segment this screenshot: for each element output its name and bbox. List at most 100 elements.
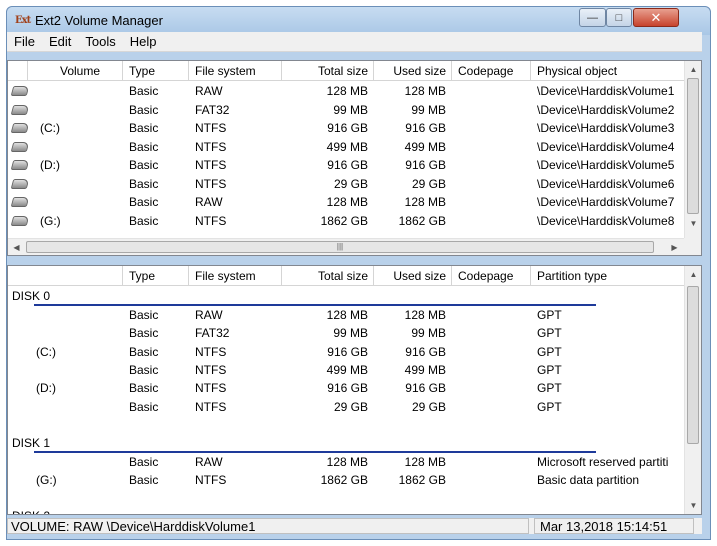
hscroll-thumb[interactable]: ||| bbox=[26, 241, 654, 253]
cell-physical-object: \Device\HarddiskVolume7 bbox=[537, 195, 675, 209]
cell-used-size: 499 MB bbox=[404, 362, 446, 377]
cell-type: Basic bbox=[129, 308, 159, 322]
cell-total-size: 29 GB bbox=[333, 399, 368, 414]
menu-edit[interactable]: Edit bbox=[42, 34, 78, 49]
volume-list-vscrollbar[interactable]: ▲ ▼ bbox=[684, 61, 701, 240]
cell-type: Basic bbox=[129, 176, 159, 191]
cell-partition-type: GPT bbox=[537, 399, 562, 414]
table-row[interactable]: Basic NTFS 29 GB 29 GB GPT bbox=[8, 398, 684, 416]
cell-partition-type: GPT bbox=[537, 344, 562, 359]
scroll-up-icon[interactable]: ▲ bbox=[685, 266, 701, 283]
table-row[interactable]: Basic RAW 128 MB 128 MB Microsoft reserved p… bbox=[8, 453, 684, 471]
status-volume: VOLUME: RAW \Device\HarddiskVolume1 bbox=[7, 518, 529, 534]
cell-total-size: 128 MB bbox=[326, 308, 368, 322]
header-volume-blank[interactable] bbox=[8, 266, 123, 286]
title-bar[interactable]: Ext Ext2 Volume Manager — □ ✕ bbox=[7, 7, 710, 35]
table-row[interactable]: (C:) Basic NTFS 916 GB 916 GB \Device\Harddis… bbox=[8, 119, 684, 137]
cell-used-size: 916 GB bbox=[405, 158, 446, 172]
minimize-button[interactable]: — bbox=[579, 8, 606, 27]
maximize-button[interactable]: □ bbox=[606, 8, 632, 27]
cell-codepage bbox=[452, 193, 531, 211]
cell-total-size: 499 MB bbox=[326, 362, 368, 377]
table-row[interactable]: Basic RAW 128 MB 128 MB GPT bbox=[8, 306, 684, 324]
cell-type: Basic bbox=[129, 362, 159, 377]
header-volume[interactable]: Volume bbox=[28, 61, 123, 81]
cell-used-size: 499 MB bbox=[404, 139, 446, 154]
header-type[interactable]: Type bbox=[123, 61, 189, 81]
cell-type: Basic bbox=[129, 326, 159, 341]
cell-type: Basic bbox=[129, 139, 159, 154]
table-row[interactable]: Basic RAW 128 MB 128 MB \Device\HarddiskVolu… bbox=[8, 82, 684, 100]
cell-total-size: 99 MB bbox=[333, 326, 368, 341]
cell-volume: (C:) bbox=[36, 344, 56, 359]
cell-codepage bbox=[452, 324, 531, 342]
scroll-down-icon[interactable]: ▼ bbox=[685, 215, 701, 232]
cell-codepage bbox=[452, 119, 531, 137]
disk-label: DISK 2 bbox=[12, 507, 50, 514]
header-codepage[interactable]: Codepage bbox=[452, 61, 531, 81]
scroll-right-icon[interactable]: ▶ bbox=[666, 239, 683, 255]
cell-type: Basic bbox=[129, 473, 159, 488]
disk-list[interactable]: Type File system Total size Used size Co… bbox=[7, 265, 702, 515]
table-row[interactable]: (G:) Basic NTFS 1862 GB 1862 GB \Device\Hardd… bbox=[8, 212, 684, 230]
scroll-thumb[interactable] bbox=[687, 286, 699, 444]
table-row[interactable]: (C:) Basic NTFS 916 GB 916 GB GPT bbox=[8, 343, 684, 361]
header-icon-column[interactable] bbox=[8, 61, 28, 81]
volume-list[interactable]: Volume Type File system Total size Used … bbox=[7, 60, 702, 256]
scroll-thumb[interactable] bbox=[687, 78, 699, 214]
cell-file-system: NTFS bbox=[195, 176, 227, 191]
cell-volume bbox=[30, 398, 123, 416]
scroll-up-icon[interactable]: ▲ bbox=[685, 61, 701, 78]
menu-file[interactable]: File bbox=[7, 34, 42, 49]
header-partition-type[interactable]: Partition type bbox=[531, 266, 684, 286]
header-used-size[interactable]: Used size bbox=[374, 266, 452, 286]
table-row[interactable]: (G:) Basic NTFS 1862 GB 1862 GB Basic data pa… bbox=[8, 471, 684, 489]
cell-total-size: 916 GB bbox=[327, 121, 368, 135]
cell-codepage bbox=[452, 398, 531, 416]
cell-file-system: RAW bbox=[195, 454, 223, 469]
close-button[interactable]: ✕ bbox=[633, 8, 679, 27]
scroll-left-icon[interactable]: ◀ bbox=[8, 239, 25, 255]
cell-type: Basic bbox=[129, 102, 159, 117]
scroll-corner bbox=[684, 238, 701, 255]
scroll-down-icon[interactable]: ▼ bbox=[685, 497, 701, 514]
cell-file-system: NTFS bbox=[195, 121, 227, 135]
table-row[interactable]: Basic FAT32 99 MB 99 MB GPT bbox=[8, 324, 684, 342]
table-row[interactable]: Basic FAT32 99 MB 99 MB \Device\HarddiskVolu… bbox=[8, 101, 684, 119]
cell-physical-object: \Device\HarddiskVolume6 bbox=[537, 176, 675, 191]
table-row[interactable]: (D:) Basic NTFS 916 GB 916 GB \Device\Harddis… bbox=[8, 156, 684, 174]
drive-icon bbox=[10, 141, 30, 152]
table-row[interactable]: Basic NTFS 29 GB 29 GB \Device\HarddiskVolum… bbox=[8, 175, 684, 193]
cell-file-system: NTFS bbox=[195, 139, 227, 154]
cell-used-size: 916 GB bbox=[405, 344, 446, 359]
header-total-size[interactable]: Total size bbox=[282, 266, 374, 286]
cell-volume bbox=[30, 306, 123, 324]
volume-list-hscrollbar[interactable]: ◀ ||| ▶ bbox=[8, 238, 684, 255]
table-row[interactable]: (D:) Basic NTFS 916 GB 916 GB GPT bbox=[8, 379, 684, 397]
header-physical-object[interactable]: Physical object bbox=[531, 61, 684, 81]
cell-volume bbox=[34, 175, 123, 193]
cell-volume: (D:) bbox=[36, 381, 56, 396]
header-file-system[interactable]: File system bbox=[189, 266, 282, 286]
header-total-size[interactable]: Total size bbox=[282, 61, 374, 81]
table-row[interactable]: Basic NTFS 499 MB 499 MB \Device\HarddiskVol… bbox=[8, 138, 684, 156]
cell-codepage bbox=[452, 101, 531, 119]
header-file-system[interactable]: File system bbox=[189, 61, 282, 81]
table-row[interactable]: Basic RAW 128 MB 128 MB \Device\HarddiskVolu… bbox=[8, 193, 684, 211]
header-type[interactable]: Type bbox=[123, 266, 189, 286]
cell-file-system: RAW bbox=[195, 308, 223, 322]
cell-codepage bbox=[452, 306, 531, 324]
drive-icon bbox=[10, 178, 30, 189]
menu-help[interactable]: Help bbox=[123, 34, 164, 49]
menu-tools[interactable]: Tools bbox=[78, 34, 122, 49]
cell-partition-type: Microsoft reserved partiti bbox=[537, 454, 669, 469]
cell-file-system: NTFS bbox=[195, 213, 227, 228]
disk-list-vscrollbar[interactable]: ▲ ▼ bbox=[684, 266, 701, 514]
cell-codepage bbox=[452, 379, 531, 397]
cell-total-size: 99 MB bbox=[333, 102, 368, 117]
table-row[interactable]: Basic NTFS 499 MB 499 MB GPT bbox=[8, 361, 684, 379]
cell-total-size: 128 MB bbox=[326, 84, 368, 98]
cell-physical-object: \Device\HarddiskVolume1 bbox=[537, 84, 675, 98]
header-codepage[interactable]: Codepage bbox=[452, 266, 531, 286]
header-used-size[interactable]: Used size bbox=[374, 61, 452, 81]
